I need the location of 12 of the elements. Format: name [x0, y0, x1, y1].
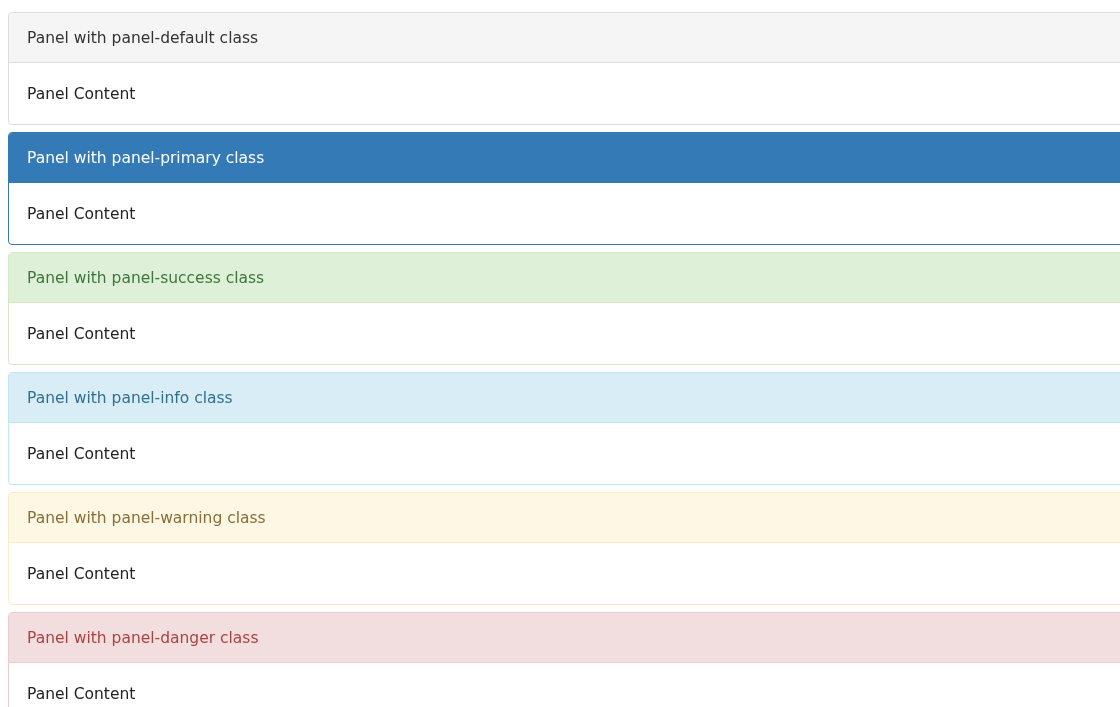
panel-heading: Panel with panel-warning class: [9, 493, 1120, 543]
panel-content-text: Panel Content: [27, 204, 136, 223]
panel-heading: Panel with panel-success class: [9, 253, 1120, 303]
panel-content-text: Panel Content: [27, 324, 136, 343]
panel-heading: Panel with panel-primary class: [9, 133, 1120, 183]
panel-heading: Panel with panel-info class: [9, 373, 1120, 423]
panel-content-text: Panel Content: [27, 84, 136, 103]
panel-content-text: Panel Content: [27, 444, 136, 463]
panel-heading: Panel with panel-danger class: [9, 613, 1120, 663]
panel-content-text: Panel Content: [27, 564, 136, 583]
panel-heading: Panel with panel-default class: [9, 13, 1120, 63]
panel-content-text: Panel Content: [27, 684, 136, 703]
